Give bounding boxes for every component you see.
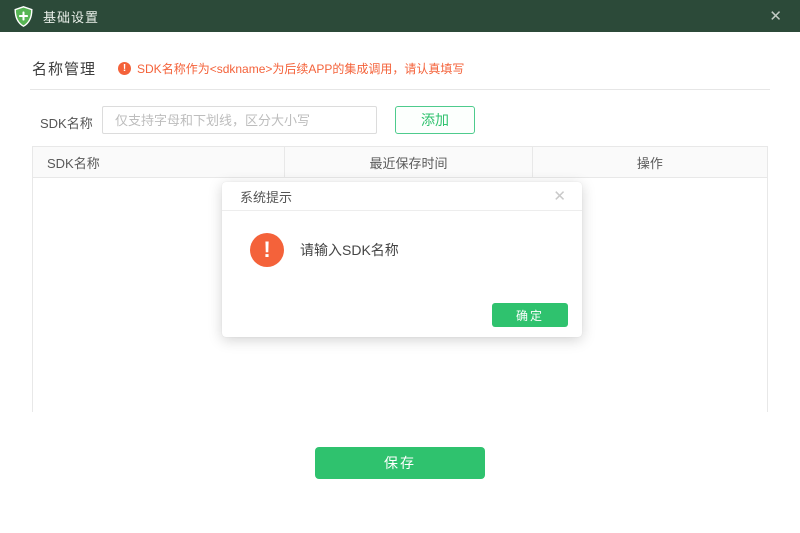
table-header-row: SDK名称 最近保存时间 操作 [33,147,767,178]
dialog-header: 系统提示 ✕ [222,182,582,211]
system-prompt-dialog: 系统提示 ✕ ! 请输入SDK名称 确定 [222,182,582,337]
save-button[interactable]: 保存 [315,447,485,479]
sdk-name-input[interactable] [102,106,377,134]
titlebar: 基础设置 ✕ [0,0,800,32]
section-heading-row: 名称管理 ! SDK名称作为<sdkname>为后续APP的集成调用，请认真填写 [32,58,464,79]
sdk-name-label: SDK名称 [40,113,93,132]
section-divider [30,89,770,90]
add-button[interactable]: 添加 [395,106,475,134]
dialog-body: ! 请输入SDK名称 [222,211,582,267]
table-header-actions: 操作 [533,147,767,177]
table-header-sdk-name: SDK名称 [33,147,285,177]
window-close-icon[interactable]: ✕ [765,7,786,26]
section-title: 名称管理 [32,58,96,79]
warning-circle-icon: ! [118,62,131,75]
section-notice: SDK名称作为<sdkname>为后续APP的集成调用，请认真填写 [137,60,464,77]
shield-plus-icon [14,6,33,27]
basic-settings-window: 基础设置 ✕ 名称管理 ! SDK名称作为<sdkname>为后续APP的集成调… [0,0,800,533]
dialog-message: 请输入SDK名称 [300,240,399,260]
exclamation-circle-icon: ! [250,233,284,267]
window-title: 基础设置 [43,7,99,26]
table-header-saved-time: 最近保存时间 [285,147,532,177]
ok-button[interactable]: 确定 [492,303,568,327]
dialog-close-icon[interactable]: ✕ [553,189,566,204]
dialog-title: 系统提示 [240,187,292,206]
